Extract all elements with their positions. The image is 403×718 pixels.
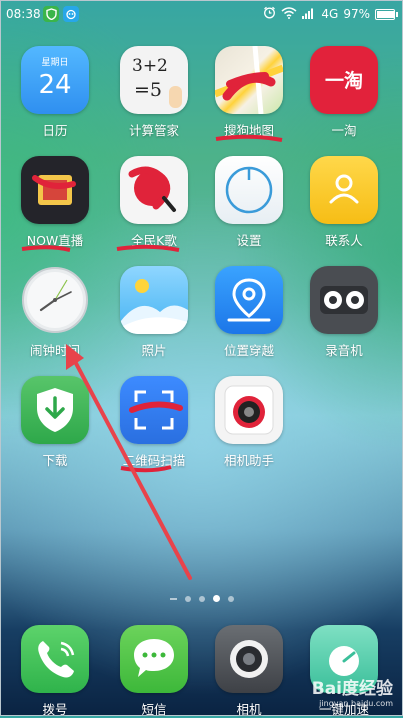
recorder-icon [310, 266, 378, 334]
app-label: 拨号 [42, 702, 68, 717]
dock-phone[interactable]: 拨号 [10, 625, 100, 718]
app-notification-icon [63, 6, 79, 22]
dock-camera[interactable]: 相机 [204, 625, 294, 718]
app-etao[interactable]: 一淘 一淘 [299, 46, 389, 139]
messages-icon [120, 625, 188, 693]
redaction-scribble [116, 244, 180, 252]
karaoke-icon [120, 156, 188, 224]
settings-icon [215, 156, 283, 224]
app-label: 位置穿越 [223, 343, 274, 358]
etao-icon: 一淘 [310, 46, 378, 114]
app-label: 相机助手 [223, 453, 274, 468]
app-location[interactable]: 位置穿越 [204, 266, 294, 359]
app-label: 闹钟时间 [29, 343, 80, 358]
network-type: 4G [321, 7, 339, 21]
app-calendar[interactable]: 星期日 24 日历 [10, 46, 100, 139]
app-download[interactable]: 下载 [10, 376, 100, 469]
app-label: 短信 [141, 702, 167, 717]
app-clock[interactable]: 闹钟时间 [10, 266, 100, 359]
calendar-weekday: 星期日 [41, 58, 69, 68]
alarm-icon [263, 6, 276, 22]
photos-icon [120, 266, 188, 334]
contacts-icon [310, 156, 378, 224]
page-dot[interactable] [184, 595, 191, 602]
map-icon [215, 46, 283, 114]
app-label: 设置 [236, 233, 262, 248]
app-label: 录音机 [325, 343, 363, 358]
calculator-icon: 3+2 =5 [120, 46, 188, 114]
phone-icon [21, 625, 89, 693]
app-label: 相机 [236, 702, 262, 717]
pointing-hand-icon [169, 86, 182, 108]
page-indicator [0, 595, 403, 602]
location-icon [215, 266, 283, 334]
app-label: 照片 [141, 343, 167, 358]
app-label: 一淘 [331, 123, 357, 138]
calendar-date: 24 [38, 70, 72, 100]
scan-icon [120, 376, 188, 444]
calc-expression: 3+2 [132, 56, 168, 76]
app-now-live[interactable]: NOW直播 [10, 156, 100, 252]
etao-logo-text: 一淘 [324, 70, 363, 92]
calendar-icon: 星期日 24 [21, 46, 89, 114]
app-recorder[interactable]: 录音机 [299, 266, 389, 359]
camera-assistant-icon [215, 376, 283, 444]
dock-messages[interactable]: 短信 [109, 625, 199, 718]
shield-app-icon [43, 6, 59, 22]
app-karaoke[interactable]: 全民K歌 [109, 156, 199, 252]
app-photos[interactable]: 照片 [109, 266, 199, 359]
app-label: 计算管家 [128, 123, 179, 138]
battery-percent: 97% [343, 7, 370, 21]
page-dot-active[interactable] [212, 595, 220, 602]
status-bar: 08:38 4G 97% [0, 0, 403, 30]
battery-icon [375, 8, 398, 20]
page-indicator-home-marker [169, 597, 177, 600]
page-dot[interactable] [198, 595, 205, 602]
download-icon [21, 376, 89, 444]
app-scan[interactable]: 二维码扫描 [109, 376, 199, 473]
app-label: 联系人 [325, 233, 363, 248]
redaction-scribble [215, 134, 283, 142]
watermark-url: jingyan.baidu.com [319, 699, 393, 708]
app-camera-assistant[interactable]: 相机助手 [204, 376, 294, 469]
camera-icon [215, 625, 283, 693]
app-calculator[interactable]: 3+2 =5 计算管家 [109, 46, 199, 139]
calc-result: =5 [134, 79, 163, 101]
redaction-scribble [120, 465, 172, 473]
now-live-icon [21, 156, 89, 224]
app-settings[interactable]: 设置 [204, 156, 294, 249]
watermark: Bai度经验 jingyan.baidu.com [312, 674, 393, 708]
status-time: 08:38 [6, 7, 41, 21]
app-label: 日历 [42, 123, 68, 138]
wifi-icon [281, 6, 297, 22]
page-dot[interactable] [227, 595, 234, 602]
app-contacts[interactable]: 联系人 [299, 156, 389, 249]
app-map[interactable]: 搜狗地图 [204, 46, 294, 142]
clock-icon [21, 266, 89, 334]
app-label: 下载 [42, 453, 68, 468]
watermark-logo: Bai度经验 [311, 679, 393, 699]
redaction-scribble [21, 245, 71, 252]
signal-icon [302, 7, 316, 22]
